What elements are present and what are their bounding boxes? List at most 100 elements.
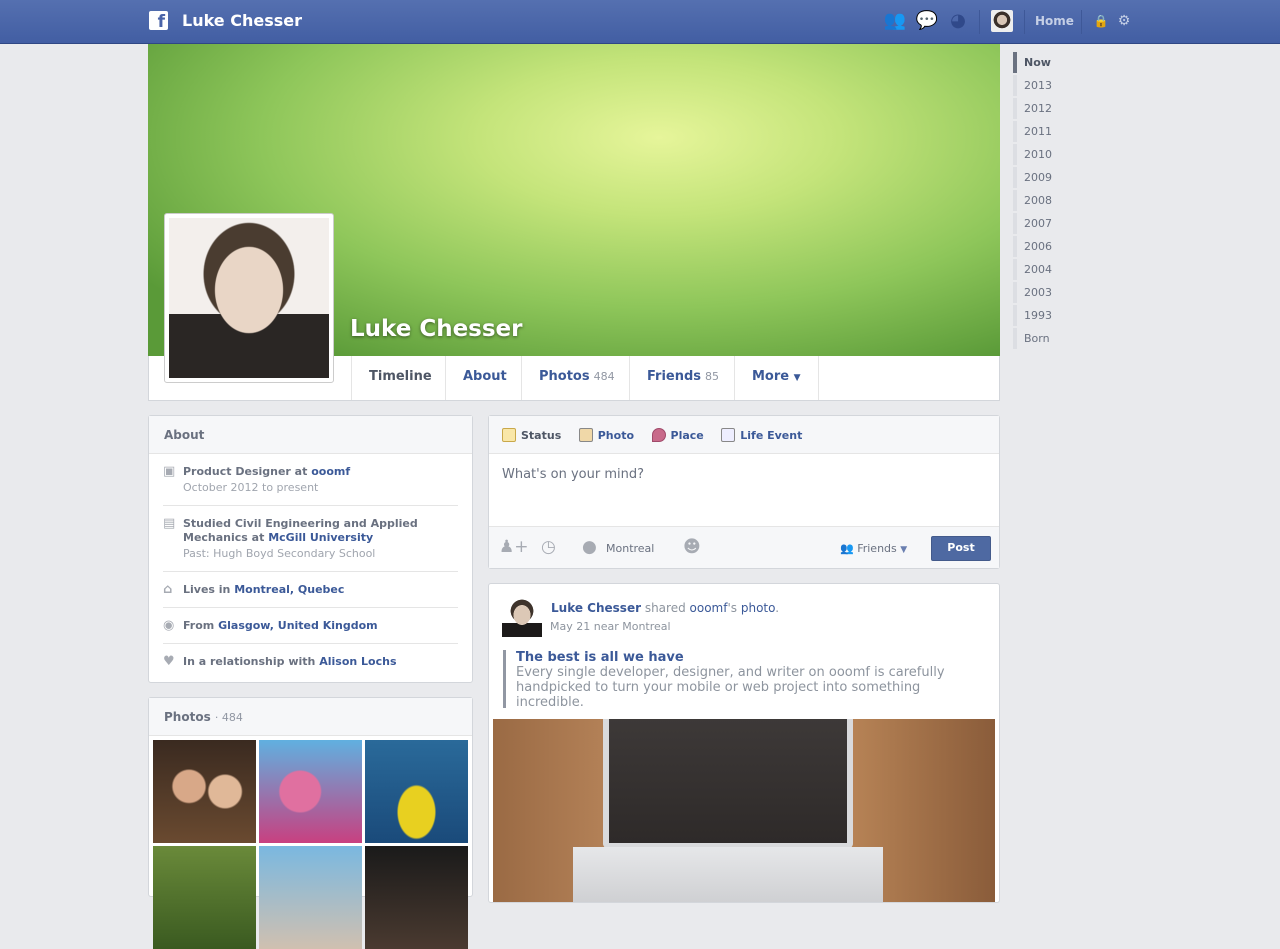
photos-header[interactable]: Photos · 484 xyxy=(149,698,472,736)
timeline-year-2003[interactable]: 2003 xyxy=(1013,282,1052,303)
status-icon xyxy=(502,428,516,442)
composer: Status Photo Place Life Event What's on … xyxy=(488,415,1000,569)
friends-icon: 👥 xyxy=(840,542,854,555)
author-link[interactable]: Luke Chesser xyxy=(551,601,641,615)
work-link[interactable]: ooomf xyxy=(311,465,350,478)
about-sub: Past: Hugh Boyd Secondary School xyxy=(183,547,376,560)
home-link[interactable]: Home xyxy=(1035,14,1074,28)
partner-link[interactable]: Alison Lochs xyxy=(319,655,396,668)
status-input[interactable]: What's on your mind? xyxy=(489,454,999,526)
emoji-icon[interactable]: ☻ xyxy=(683,537,701,557)
tab-friends[interactable]: Friends 85 xyxy=(629,356,736,400)
photo-thumbnail[interactable] xyxy=(259,740,362,843)
composer-tab-life-event[interactable]: Life Event xyxy=(721,428,802,442)
about-from: ◉ From Glasgow, United Kingdom xyxy=(163,608,458,644)
photo-thumbnail[interactable] xyxy=(153,740,256,843)
about-title[interactable]: About xyxy=(149,416,472,454)
privacy-icon[interactable]: 🔒 xyxy=(1089,10,1113,32)
chevron-down-icon: ▼ xyxy=(900,545,908,555)
timeline-year-2012[interactable]: 2012 xyxy=(1013,98,1052,119)
chevron-down-icon: ▼ xyxy=(793,373,801,383)
photos-count: · 484 xyxy=(214,711,243,724)
tab-label: About xyxy=(463,369,507,384)
messages-icon[interactable]: 💬 xyxy=(915,10,939,32)
post-text: . xyxy=(775,601,780,615)
audience-selector[interactable]: 👥 Friends ▼ xyxy=(840,542,907,555)
composer-tab-photo[interactable]: Photo xyxy=(578,428,634,442)
tab-label: Friends xyxy=(647,369,702,384)
about-text: Product Designer at xyxy=(183,465,312,478)
avatar[interactable] xyxy=(502,597,542,637)
location-pin-icon[interactable]: ● xyxy=(582,537,597,557)
timeline-year-nav: Now 2013 2012 2011 2010 2009 2008 2007 2006 2004 2… xyxy=(1013,52,1052,351)
avatar[interactable] xyxy=(991,10,1013,32)
tab-label: Status xyxy=(521,429,562,442)
timeline-year-2006[interactable]: 2006 xyxy=(1013,236,1052,257)
timeline-year-2004[interactable]: 2004 xyxy=(1013,259,1052,280)
profile-name-link[interactable]: Luke Chesser xyxy=(182,11,302,30)
timeline-year-2009[interactable]: 2009 xyxy=(1013,167,1052,188)
timeline-year-now[interactable]: Now xyxy=(1013,52,1052,73)
photo-thumbnail[interactable] xyxy=(259,846,362,949)
tab-label: Timeline xyxy=(369,369,432,384)
clock-icon[interactable]: ◷ xyxy=(541,537,556,557)
profile-picture[interactable] xyxy=(164,213,334,383)
tab-timeline[interactable]: Timeline xyxy=(351,356,449,400)
briefcase-icon: ▣ xyxy=(163,464,176,479)
timeline-year-2013[interactable]: 2013 xyxy=(1013,75,1052,96)
school-icon: ▤ xyxy=(163,516,176,531)
tab-count: 85 xyxy=(705,370,720,383)
divider xyxy=(979,10,980,34)
photos-box: Photos · 484 xyxy=(148,697,473,949)
city-link[interactable]: Montreal, Quebec xyxy=(234,583,344,596)
photo-link[interactable]: photo xyxy=(741,601,775,615)
tab-more[interactable]: More ▼ xyxy=(734,356,819,400)
timeline-year-born[interactable]: Born xyxy=(1013,328,1052,349)
timeline-year-1993[interactable]: 1993 xyxy=(1013,305,1052,326)
post-photo[interactable] xyxy=(493,719,995,902)
post-header: Luke Chesser shared ooomf's photo. xyxy=(551,601,779,615)
heart-icon: ♥ xyxy=(163,654,175,669)
globe-icon[interactable]: ◕ xyxy=(946,10,970,32)
quote-text: Every single developer, designer, and wr… xyxy=(516,665,945,710)
post-text: 's xyxy=(727,601,741,615)
divider xyxy=(1081,10,1082,34)
about-lives: ⌂ Lives in Montreal, Quebec xyxy=(163,572,458,608)
owner-link[interactable]: ooomf xyxy=(690,601,728,615)
quote-title[interactable]: The best is all we have xyxy=(516,650,983,665)
composer-tab-place[interactable]: Place xyxy=(651,428,704,442)
post-text: shared xyxy=(641,601,690,615)
photo-thumbnail[interactable] xyxy=(365,846,468,949)
facebook-logo-icon[interactable]: f xyxy=(149,11,168,30)
photo-thumbnail[interactable] xyxy=(365,740,468,843)
hometown-link[interactable]: Glasgow, United Kingdom xyxy=(218,619,378,632)
tab-count: 484 xyxy=(593,370,615,383)
post-quote: The best is all we have Every single dev… xyxy=(503,650,983,710)
photo-icon xyxy=(578,428,593,442)
timeline-year-2011[interactable]: 2011 xyxy=(1013,121,1052,142)
friends-icon[interactable]: 👥 xyxy=(883,10,907,32)
timeline-year-2010[interactable]: 2010 xyxy=(1013,144,1052,165)
school-link[interactable]: McGill University xyxy=(268,531,373,544)
post-button[interactable]: Post xyxy=(931,536,991,561)
book-icon xyxy=(721,428,736,442)
tag-friends-icon[interactable]: ♟+ xyxy=(499,537,528,557)
about-text: In a relationship with xyxy=(183,655,320,668)
tab-label: Life Event xyxy=(740,429,803,442)
gear-icon[interactable]: ⚙ xyxy=(1112,10,1136,32)
timeline-year-2008[interactable]: 2008 xyxy=(1013,190,1052,211)
photo-thumbnail[interactable] xyxy=(153,846,256,949)
post-meta[interactable]: May 21 near Montreal xyxy=(550,620,671,633)
tab-label: More xyxy=(752,369,790,384)
about-relationship: ♥ In a relationship with Alison Lochs xyxy=(163,644,458,679)
tab-photos[interactable]: Photos 484 xyxy=(521,356,632,400)
about-work: ▣ Product Designer at ooomf October 2012 t… xyxy=(163,454,458,506)
location-value[interactable]: Montreal xyxy=(606,542,654,555)
composer-tab-status[interactable]: Status xyxy=(502,428,561,442)
cover-profile-name[interactable]: Luke Chesser xyxy=(350,316,523,342)
about-text: From xyxy=(183,619,219,632)
tab-about[interactable]: About xyxy=(445,356,524,400)
about-education: ▤ Studied Civil Engineering and Applied M… xyxy=(163,506,458,572)
timeline-year-2007[interactable]: 2007 xyxy=(1013,213,1052,234)
photos-title: Photos xyxy=(164,710,211,724)
